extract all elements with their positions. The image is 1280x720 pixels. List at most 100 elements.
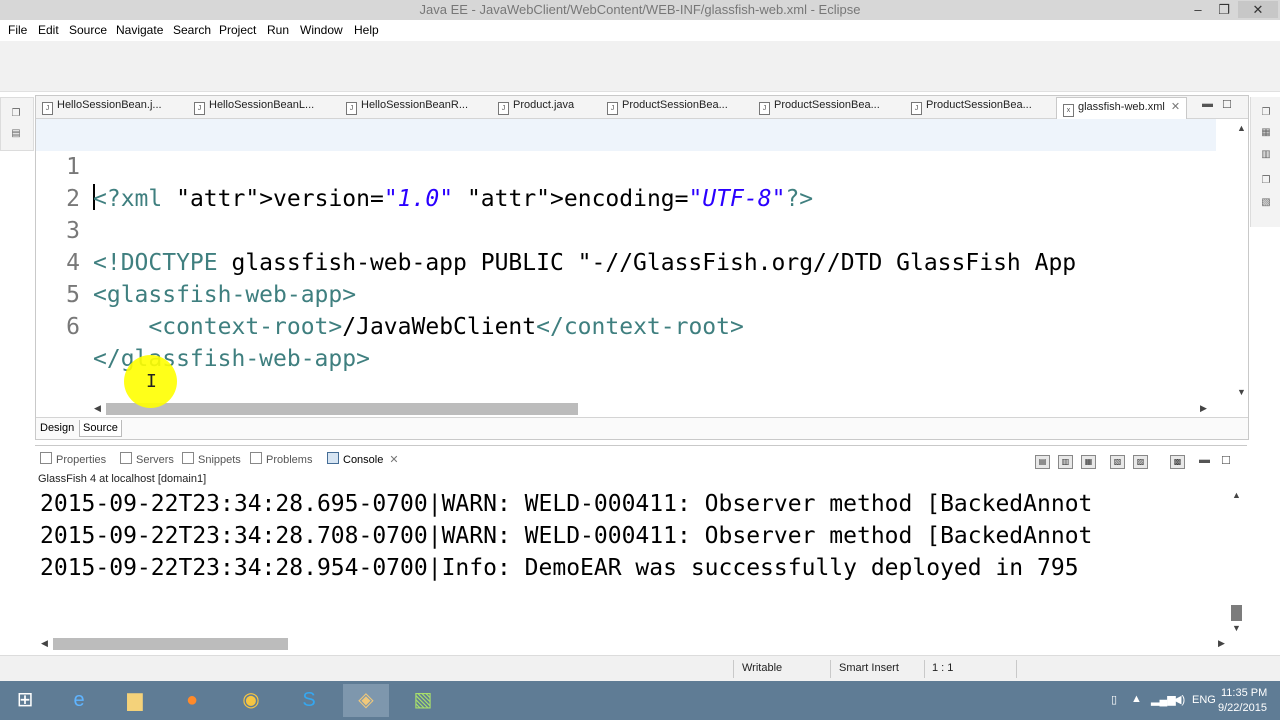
tab-problems[interactable]: Problems xyxy=(250,452,312,466)
ie-icon[interactable]: e xyxy=(56,684,102,717)
system-tray: ▯ ▲ ▂▄▆ ◀) ENG 11:35 PM 9/22/2015 xyxy=(1105,681,1280,720)
menu-file[interactable]: File xyxy=(8,23,27,37)
show-hidden-icon[interactable]: ▲ xyxy=(1131,693,1142,705)
console-tab-bar: Properties Servers Snippets Problems Con… xyxy=(35,450,1247,470)
java-file-icon: J xyxy=(911,102,922,115)
menu-navigate[interactable]: Navigate xyxy=(116,23,163,37)
java-file-icon: J xyxy=(759,102,770,115)
tab-source[interactable]: Source xyxy=(79,420,122,437)
pin-console-icon[interactable]: ▧ xyxy=(1110,455,1125,469)
restore-view-icon[interactable]: ❐ xyxy=(10,108,22,120)
java-file-icon: J xyxy=(346,102,357,115)
clock-time[interactable]: 11:35 PM xyxy=(1221,687,1267,699)
tab-glassfish-web-xml[interactable]: x glassfish-web.xml ✕ xyxy=(1056,97,1188,120)
editor-icon[interactable]: ▧ xyxy=(400,684,446,717)
console-line: 2015-09-22T23:34:28.695-0700|WARN: WELD-… xyxy=(40,491,1093,517)
tab-product-java[interactable]: J Product.java xyxy=(498,99,574,117)
language-indicator[interactable]: ENG xyxy=(1192,694,1216,706)
scroll-left-icon[interactable]: ◀ xyxy=(94,403,101,414)
scroll-up-icon[interactable]: ▲ xyxy=(1237,123,1246,133)
scroll-down-icon[interactable]: ▼ xyxy=(1237,387,1246,397)
restore-view-icon-right-2[interactable]: ❐ xyxy=(1260,175,1272,187)
tab-servers[interactable]: Servers xyxy=(120,452,174,466)
chrome-icon[interactable]: ◉ xyxy=(228,684,274,717)
scroll-lock-icon[interactable]: ▥ xyxy=(1058,455,1073,469)
code-line[interactable]: 3 <!DOCTYPE glassfish-web-app PUBLIC "-/… xyxy=(36,183,1216,276)
java-file-icon: J xyxy=(607,102,618,115)
minimize-button[interactable]: – xyxy=(1185,1,1211,18)
code-line[interactable]: 6 </glassfish-web-app> xyxy=(36,279,1216,372)
explorer-icon[interactable]: ▆ xyxy=(112,684,158,717)
scroll-up-icon[interactable]: ▲ xyxy=(1232,490,1241,500)
console-vertical-thumb[interactable] xyxy=(1231,605,1242,621)
eclipse-icon[interactable]: ◈ xyxy=(343,684,389,717)
firefox-icon[interactable]: ● xyxy=(169,684,215,717)
console-vertical-scrollbar[interactable]: ▲ ▼ xyxy=(1230,490,1242,635)
outline-icon[interactable]: ▦ xyxy=(1260,127,1272,139)
console-horizontal-scrollbar[interactable]: ◀ ▶ xyxy=(40,637,1230,650)
menu-run[interactable]: Run xyxy=(267,23,289,37)
menu-bar: File Edit Source Navigate Search Project… xyxy=(0,20,1280,41)
code-line[interactable]: 4 <glassfish-web-app> xyxy=(36,215,1216,308)
tab-hellosessionbean-java[interactable]: J HelloSessionBean.j... xyxy=(42,99,162,117)
menu-search[interactable]: Search xyxy=(173,23,211,37)
tab-productsessionbean-2[interactable]: J ProductSessionBea... xyxy=(759,99,880,117)
scroll-right-icon[interactable]: ▶ xyxy=(1200,403,1207,414)
menu-source[interactable]: Source xyxy=(69,23,107,37)
volume-icon[interactable]: ◀) xyxy=(1173,693,1185,706)
battery-icon[interactable]: ▯ xyxy=(1111,693,1117,706)
text-cursor-icon: I xyxy=(146,371,157,392)
tab-productsessionbean-3[interactable]: J ProductSessionBea... xyxy=(911,99,1032,117)
close-tab-icon[interactable]: ✕ xyxy=(389,454,398,466)
problems-icon xyxy=(250,452,262,464)
tab-hellosessionbeanlocal[interactable]: J HelloSessionBeanL... xyxy=(194,99,314,117)
left-trim-stack: ❐ ▤ xyxy=(0,97,34,151)
menu-edit[interactable]: Edit xyxy=(38,23,59,37)
show-when-output-icon[interactable]: ▦ xyxy=(1081,455,1096,469)
status-bar: Writable Smart Insert 1 : 1 xyxy=(0,655,1280,682)
tab-snippets[interactable]: Snippets xyxy=(182,452,241,466)
package-explorer-icon[interactable]: ▤ xyxy=(10,128,22,140)
code-area[interactable]: 1 <?xml "attr">version="1.0" "attr">enco… xyxy=(36,119,1216,400)
tab-console[interactable]: Console ✕ xyxy=(327,452,399,466)
restore-button[interactable]: ❐ xyxy=(1211,1,1237,18)
task-list-icon[interactable]: ▥ xyxy=(1260,149,1272,161)
display-console-icon[interactable]: ▨ xyxy=(1133,455,1148,469)
restore-view-icon-right[interactable]: ❐ xyxy=(1260,107,1272,119)
horizontal-scroll-thumb[interactable] xyxy=(106,403,578,415)
code-line[interactable]: 5 <context-root>/JavaWebClient</context-… xyxy=(36,247,1216,340)
xml-file-icon: x xyxy=(1063,104,1074,117)
menu-project[interactable]: Project xyxy=(219,23,256,37)
palette-icon[interactable]: ▧ xyxy=(1260,197,1272,209)
maximize-console-icon[interactable]: ☐ xyxy=(1221,454,1231,467)
status-writable: Writable xyxy=(742,662,783,674)
maximize-editor-icon[interactable]: ☐ xyxy=(1222,98,1232,111)
editor-horizontal-scrollbar[interactable]: ◀ ▶ xyxy=(92,402,1212,415)
start-icon[interactable]: ⊞ xyxy=(2,684,48,717)
menu-window[interactable]: Window xyxy=(300,23,343,37)
editor-vertical-scrollbar[interactable]: ▲ ▼ xyxy=(1235,121,1247,401)
code-line[interactable]: 1 <?xml "attr">version="1.0" "attr">enco… xyxy=(36,119,1216,212)
scroll-right-icon[interactable]: ▶ xyxy=(1218,638,1225,649)
open-console-icon[interactable]: ▩ xyxy=(1170,455,1185,469)
close-button[interactable]: ✕ xyxy=(1238,1,1278,18)
network-icon[interactable]: ▂▄▆ xyxy=(1151,693,1176,706)
code-line[interactable]: 2 xyxy=(36,151,1216,212)
minimize-console-icon[interactable]: ▬ xyxy=(1199,454,1210,466)
tab-productsessionbean-1[interactable]: J ProductSessionBea... xyxy=(607,99,728,117)
close-tab-icon[interactable]: ✕ xyxy=(1171,101,1180,113)
skype-icon[interactable]: S xyxy=(286,684,332,717)
clock-date[interactable]: 9/22/2015 xyxy=(1218,702,1267,714)
minimize-editor-icon[interactable]: ▬ xyxy=(1202,98,1213,110)
java-file-icon: J xyxy=(42,102,53,115)
console-horizontal-thumb[interactable] xyxy=(53,638,288,650)
menu-help[interactable]: Help xyxy=(354,23,379,37)
status-separator xyxy=(830,660,831,678)
tab-properties[interactable]: Properties xyxy=(40,452,106,466)
tab-hellosessionbeanremote[interactable]: J HelloSessionBeanR... xyxy=(346,99,468,117)
scroll-down-icon[interactable]: ▼ xyxy=(1232,623,1241,633)
tab-design[interactable]: Design xyxy=(37,420,77,436)
windows-taskbar: ⊞ e ▆ ● ◉ S ◈ ▧ ▯ ▲ ▂▄▆ ◀) ENG 11:35 PM … xyxy=(0,681,1280,720)
scroll-left-icon[interactable]: ◀ xyxy=(41,638,48,649)
clear-console-icon[interactable]: ▤ xyxy=(1035,455,1050,469)
